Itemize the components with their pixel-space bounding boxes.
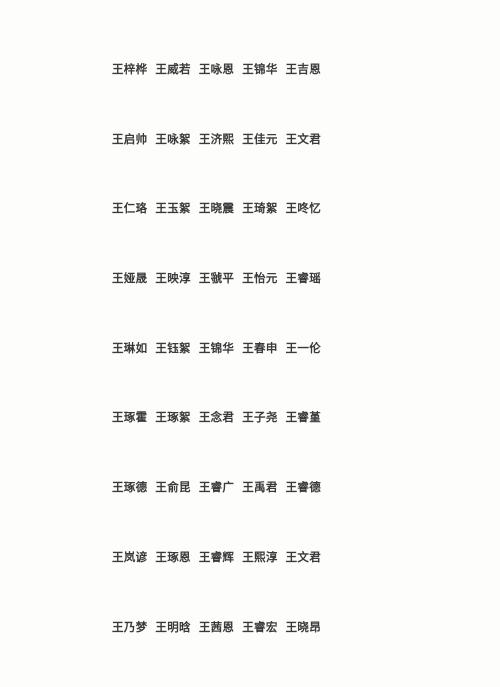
name-row: 王梓桦王威若王咏恩王锦华王吉恩 bbox=[112, 60, 312, 130]
name-list-grid: 王梓桦王威若王咏恩王锦华王吉恩王启帅王咏絮王济熙王佳元王文君王仁珞王玉絮王晓震王… bbox=[112, 60, 312, 687]
name-item: 王咏絮 bbox=[155, 130, 190, 148]
name-item: 王睿德 bbox=[286, 478, 321, 496]
name-item: 王威若 bbox=[155, 60, 190, 78]
name-item: 王一伦 bbox=[286, 339, 321, 357]
name-item: 王锦华 bbox=[199, 339, 234, 357]
name-item: 王咏恩 bbox=[199, 60, 234, 78]
page-root: 王梓桦王威若王咏恩王锦华王吉恩王启帅王咏絮王济熙王佳元王文君王仁珞王玉絮王晓震王… bbox=[0, 0, 500, 636]
name-item: 王娅晟 bbox=[112, 269, 147, 287]
name-row: 王启帅王咏絮王济熙王佳元王文君 bbox=[112, 130, 312, 200]
name-item: 王文君 bbox=[286, 548, 321, 566]
name-item: 王琢德 bbox=[112, 478, 147, 496]
name-item: 王明晗 bbox=[155, 618, 190, 636]
name-item: 王岚谚 bbox=[112, 548, 147, 566]
name-row: 王岚谚王琢恩王睿辉王熙淳王文君 bbox=[112, 548, 312, 618]
name-item: 王玉絮 bbox=[155, 199, 190, 217]
name-item: 王睿瑶 bbox=[286, 269, 321, 287]
name-item: 王睿广 bbox=[199, 478, 234, 496]
name-item: 王茜恩 bbox=[199, 618, 234, 636]
name-item: 王梓桦 bbox=[112, 60, 147, 78]
name-item: 王熙淳 bbox=[242, 548, 277, 566]
name-item: 王俞昆 bbox=[155, 478, 190, 496]
name-item: 王仁珞 bbox=[112, 199, 147, 217]
name-item: 王佳元 bbox=[242, 130, 277, 148]
name-item: 王春申 bbox=[242, 339, 277, 357]
name-item: 王虢平 bbox=[199, 269, 234, 287]
name-item: 王子尧 bbox=[242, 408, 277, 426]
name-item: 王睿堇 bbox=[286, 408, 321, 426]
name-row: 王琢霍王琢絮王念君王子尧王睿堇 bbox=[112, 408, 312, 478]
name-item: 王钰絮 bbox=[155, 339, 190, 357]
name-item: 王映淳 bbox=[155, 269, 190, 287]
name-item: 王济熙 bbox=[199, 130, 234, 148]
name-row: 王琢德王俞昆王睿广王禹君王睿德 bbox=[112, 478, 312, 548]
name-row: 王娅晟王映淳王虢平王怡元王睿瑶 bbox=[112, 269, 312, 339]
name-item: 王琢霍 bbox=[112, 408, 147, 426]
name-item: 王文君 bbox=[286, 130, 321, 148]
name-row: 王乃梦王明晗王茜恩王睿宏王晓昂 bbox=[112, 618, 312, 687]
name-item: 王琢恩 bbox=[155, 548, 190, 566]
name-item: 王晓昂 bbox=[286, 618, 321, 636]
name-item: 王禹君 bbox=[242, 478, 277, 496]
name-item: 王念君 bbox=[199, 408, 234, 426]
name-row: 王琳如王钰絮王锦华王春申王一伦 bbox=[112, 339, 312, 409]
name-item: 王乃梦 bbox=[112, 618, 147, 636]
name-item: 王怡元 bbox=[242, 269, 277, 287]
name-item: 王睿辉 bbox=[199, 548, 234, 566]
name-item: 王睿宏 bbox=[242, 618, 277, 636]
name-item: 王琳如 bbox=[112, 339, 147, 357]
name-item: 王吉恩 bbox=[286, 60, 321, 78]
name-item: 王锦华 bbox=[242, 60, 277, 78]
name-row: 王仁珞王玉絮王晓震王琦絮王咚忆 bbox=[112, 199, 312, 269]
name-item: 王晓震 bbox=[199, 199, 234, 217]
name-item: 王琢絮 bbox=[155, 408, 190, 426]
name-item: 王琦絮 bbox=[242, 199, 277, 217]
name-item: 王咚忆 bbox=[286, 199, 321, 217]
name-item: 王启帅 bbox=[112, 130, 147, 148]
